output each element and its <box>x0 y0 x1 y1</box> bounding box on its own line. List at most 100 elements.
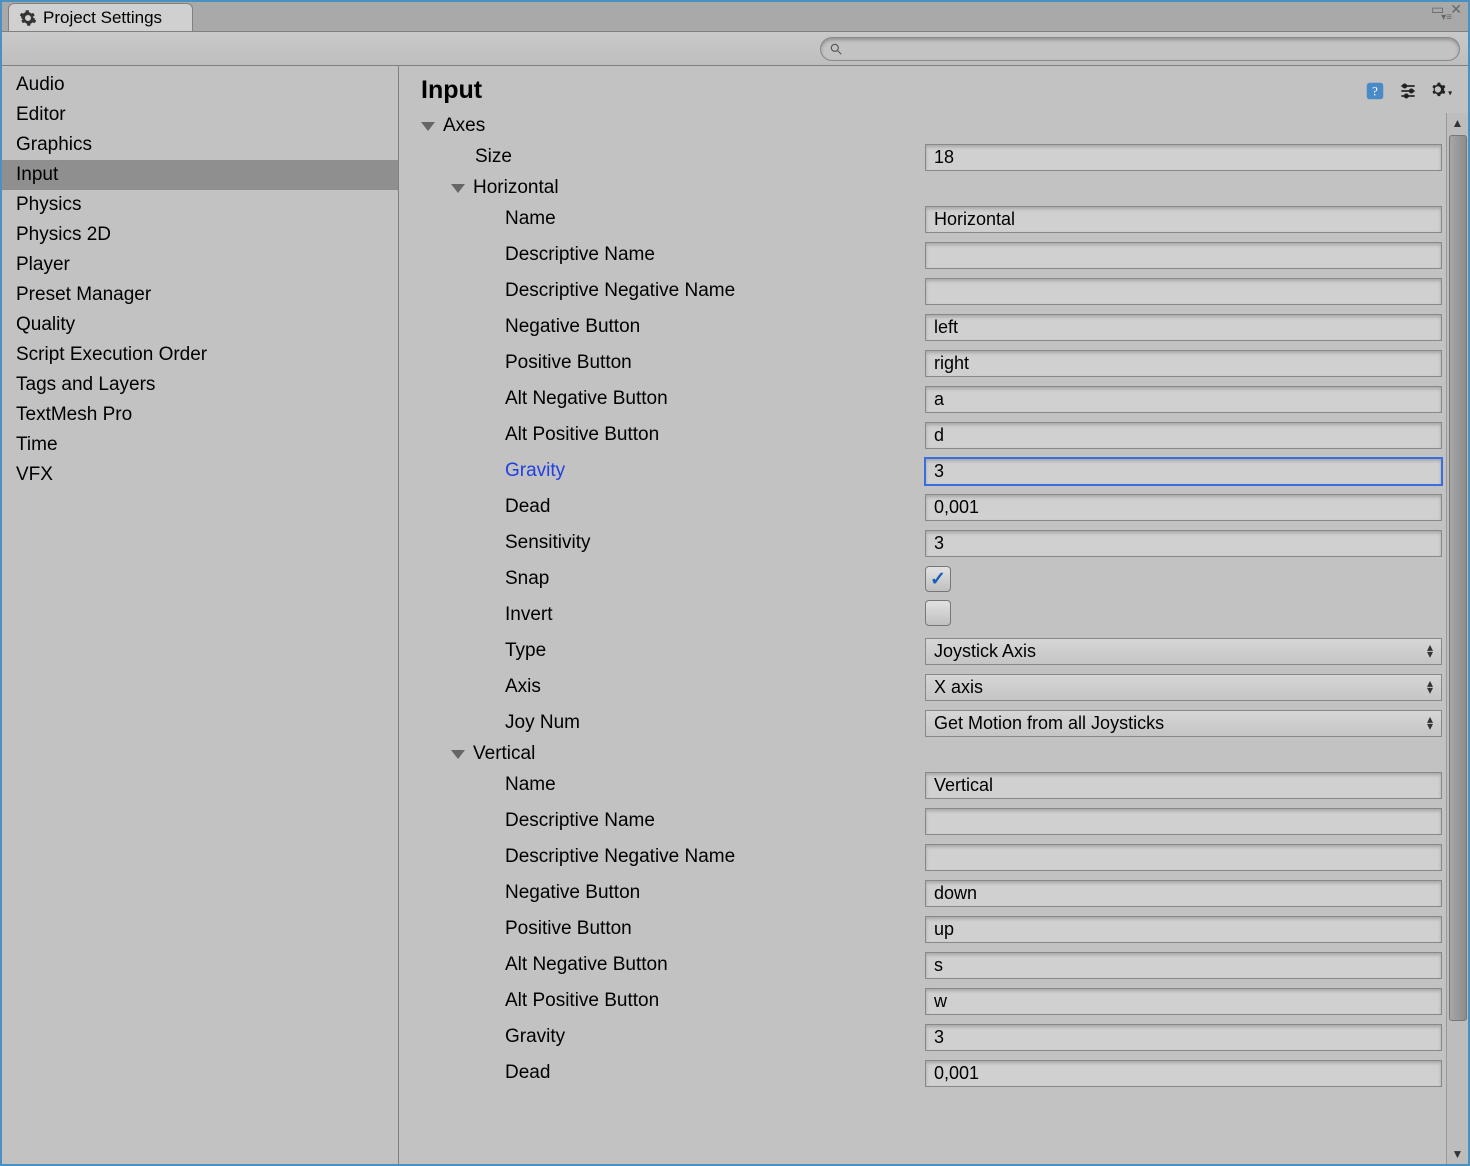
input-alt_positive_button[interactable] <box>925 988 1442 1015</box>
row-negative_button: Negative Button <box>421 309 1446 345</box>
row-negative_button: Negative Button <box>421 875 1446 911</box>
row-positive_button: Positive Button <box>421 345 1446 381</box>
label-descriptive_negative_name: Descriptive Negative Name <box>505 846 925 868</box>
header-icons: ? ▾ <box>1364 80 1452 102</box>
label-descriptive_name: Descriptive Name <box>505 810 925 832</box>
help-icon[interactable]: ? <box>1364 80 1386 102</box>
input-dead[interactable] <box>925 1060 1442 1087</box>
sidebar-item-quality[interactable]: Quality <box>2 310 398 340</box>
sidebar-item-physics-2d[interactable]: Physics 2D <box>2 220 398 250</box>
scrollbar-track[interactable] <box>1449 135 1467 1142</box>
scroll-up-icon[interactable]: ▲ <box>1448 113 1468 133</box>
row-name: Name <box>421 767 1446 803</box>
row-gravity: Gravity <box>421 453 1446 489</box>
label-descriptive_negative_name: Descriptive Negative Name <box>505 280 925 302</box>
gear-dropdown-icon[interactable]: ▾ <box>1430 81 1452 101</box>
input-descriptive_negative_name[interactable] <box>925 844 1442 871</box>
input-sensitivity[interactable] <box>925 530 1442 557</box>
sidebar-item-player[interactable]: Player <box>2 250 398 280</box>
input-alt_negative_button[interactable] <box>925 386 1442 413</box>
label-joy_num: Joy Num <box>505 712 925 734</box>
label-alt_positive_button: Alt Positive Button <box>505 424 925 446</box>
sidebar-item-time[interactable]: Time <box>2 430 398 460</box>
input-descriptive_name[interactable] <box>925 808 1442 835</box>
content-header: Input ? ▾ <box>399 66 1468 113</box>
page-title: Input <box>421 76 482 105</box>
input-negative_button[interactable] <box>925 880 1442 907</box>
label-size: Size <box>475 146 925 168</box>
input-gravity[interactable] <box>925 458 1442 485</box>
input-descriptive_negative_name[interactable] <box>925 278 1442 305</box>
sidebar: AudioEditorGraphicsInputPhysicsPhysics 2… <box>2 66 399 1164</box>
row-snap: Snap <box>421 561 1446 597</box>
input-alt_positive_button[interactable] <box>925 422 1442 449</box>
input-alt_negative_button[interactable] <box>925 952 1442 979</box>
dropdown-type[interactable]: Joystick Axis▴▾ <box>925 638 1442 665</box>
settings-sliders-icon[interactable] <box>1398 81 1418 101</box>
input-positive_button[interactable] <box>925 350 1442 377</box>
dropdown-joy_num[interactable]: Get Motion from all Joysticks▴▾ <box>925 710 1442 737</box>
foldout-axes: Axes Size Horizontal Name Descriptive Name… <box>421 113 1446 1091</box>
tab-bar: Project Settings ▭ ✕ ▾≡ <box>2 2 1468 32</box>
sidebar-item-tags-and-layers[interactable]: Tags and Layers <box>2 370 398 400</box>
chevron-down-icon <box>421 122 435 131</box>
sidebar-item-vfx[interactable]: VFX <box>2 460 398 490</box>
tab-project-settings[interactable]: Project Settings <box>8 3 193 31</box>
sidebar-item-graphics[interactable]: Graphics <box>2 130 398 160</box>
input-name[interactable] <box>925 206 1442 233</box>
row-size: Size <box>421 139 1446 175</box>
inspector-body: Axes Size Horizontal Name Descriptive Name… <box>399 113 1446 1164</box>
row-name: Name <box>421 201 1446 237</box>
input-name[interactable] <box>925 772 1442 799</box>
input-positive_button[interactable] <box>925 916 1442 943</box>
foldout-entry-header[interactable]: Vertical <box>451 741 1446 767</box>
label-descriptive_name: Descriptive Name <box>505 244 925 266</box>
row-joy_num: Joy NumGet Motion from all Joysticks▴▾ <box>421 705 1446 741</box>
svg-text:?: ? <box>1372 84 1378 98</box>
label-invert: Invert <box>505 604 925 626</box>
scroll-down-icon[interactable]: ▼ <box>1448 1144 1468 1164</box>
search-field-wrap <box>820 37 1460 61</box>
sidebar-item-preset-manager[interactable]: Preset Manager <box>2 280 398 310</box>
search-icon <box>829 42 843 56</box>
context-menu-icon[interactable]: ▾≡ <box>1441 13 1452 23</box>
label-name: Name <box>505 208 925 230</box>
foldout-entry-label: Vertical <box>473 743 535 765</box>
row-sensitivity: Sensitivity <box>421 525 1446 561</box>
label-dead: Dead <box>505 1062 925 1084</box>
scrollbar-thumb[interactable] <box>1449 135 1467 1021</box>
dropdown-axis[interactable]: X axis▴▾ <box>925 674 1442 701</box>
row-descriptive_negative_name: Descriptive Negative Name <box>421 839 1446 875</box>
foldout-axes-label: Axes <box>443 115 485 137</box>
content-panel: Input ? ▾ Axes <box>399 66 1468 1164</box>
close-icon[interactable]: ✕ <box>1450 4 1462 14</box>
sidebar-item-audio[interactable]: Audio <box>2 70 398 100</box>
chevron-updown-icon: ▴▾ <box>1427 644 1433 658</box>
sidebar-item-editor[interactable]: Editor <box>2 100 398 130</box>
row-positive_button: Positive Button <box>421 911 1446 947</box>
search-input[interactable] <box>820 37 1460 61</box>
scrollbar-vertical[interactable]: ▲ ▼ <box>1446 113 1468 1164</box>
sidebar-item-physics[interactable]: Physics <box>2 190 398 220</box>
input-dead[interactable] <box>925 494 1442 521</box>
label-dead: Dead <box>505 496 925 518</box>
foldout-axes-header[interactable]: Axes <box>421 113 1446 139</box>
main: AudioEditorGraphicsInputPhysicsPhysics 2… <box>2 66 1468 1164</box>
svg-text:▾: ▾ <box>1448 88 1452 97</box>
foldout-entry-header[interactable]: Horizontal <box>451 175 1446 201</box>
label-gravity: Gravity <box>505 460 925 482</box>
input-descriptive_name[interactable] <box>925 242 1442 269</box>
label-alt_positive_button: Alt Positive Button <box>505 990 925 1012</box>
checkbox-snap[interactable] <box>925 566 951 592</box>
input-gravity[interactable] <box>925 1024 1442 1051</box>
sidebar-item-script-execution-order[interactable]: Script Execution Order <box>2 340 398 370</box>
sidebar-item-input[interactable]: Input <box>2 160 398 190</box>
sidebar-item-textmesh-pro[interactable]: TextMesh Pro <box>2 400 398 430</box>
input-size[interactable] <box>925 144 1442 171</box>
input-negative_button[interactable] <box>925 314 1442 341</box>
checkbox-invert[interactable] <box>925 600 951 626</box>
foldout-entry-label: Horizontal <box>473 177 559 199</box>
tab-label: Project Settings <box>43 8 162 28</box>
row-dead: Dead <box>421 489 1446 525</box>
row-alt_negative_button: Alt Negative Button <box>421 947 1446 983</box>
